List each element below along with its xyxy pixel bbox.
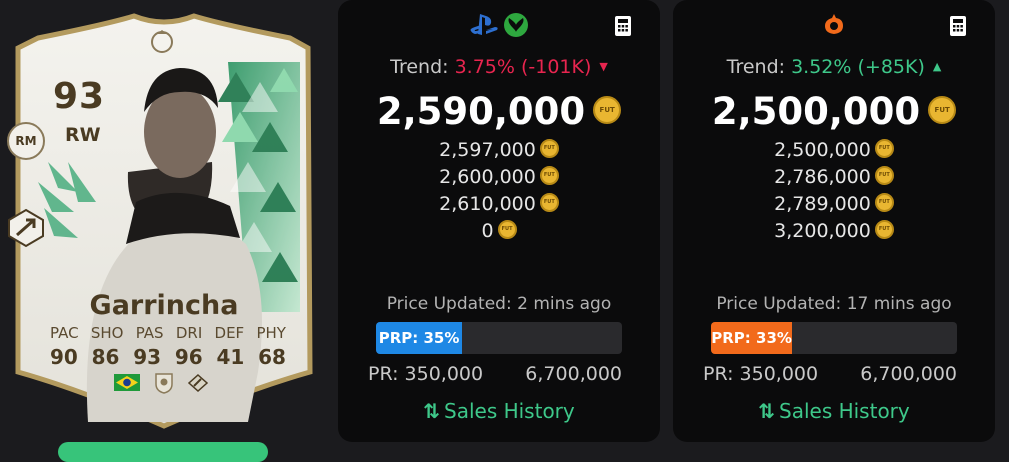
playstation-icon — [470, 14, 498, 35]
coin-icon: FUT — [593, 95, 622, 124]
price-list-item: 2,610,000 FUT — [338, 193, 660, 220]
green-action-button[interactable] — [58, 442, 268, 462]
prp-bar: PRP: 33% — [711, 322, 957, 354]
stat-label: PAC — [50, 324, 79, 342]
stat-values: 90 86 93 96 41 68 — [50, 345, 286, 369]
stat-value: 96 — [174, 345, 203, 369]
lowest-price: 2,500,000 FUT — [673, 90, 995, 133]
trend-label: Trend: — [726, 56, 786, 78]
calculator-icon[interactable] — [949, 15, 967, 37]
coin-icon: FUT — [874, 166, 894, 185]
calculator-icon[interactable] — [614, 15, 632, 37]
stat-label: PHY — [256, 324, 286, 342]
stat-value: 86 — [91, 345, 120, 369]
trend-down-icon: ▼ — [599, 60, 608, 73]
alt-position-badge: RM — [7, 122, 45, 160]
club-badge-icon — [155, 373, 173, 394]
playstyle-plus-icon — [8, 208, 44, 248]
price-range: PR: 350,000 6,700,000 — [703, 363, 957, 385]
platform-icons — [673, 12, 995, 40]
coin-icon: FUT — [928, 95, 957, 124]
stat-label: PAS — [135, 324, 164, 342]
stat-value: 90 — [50, 345, 78, 369]
coin-icon: FUT — [539, 193, 559, 212]
lowest-price-value: 2,500,000 — [711, 90, 921, 133]
price-trend: Trend: 3.52% (+85K) ▲ — [673, 56, 995, 78]
price-updated: Price Updated: 2 mins ago — [386, 294, 612, 314]
platform-icons — [338, 12, 660, 40]
price-list-item: 2,600,000 FUT — [338, 166, 660, 193]
price-range-max: 6,700,000 — [860, 363, 957, 385]
prp-fill: PRP: 35% — [376, 322, 463, 354]
price-list: 2,500,000 FUT 2,786,000 FUT 2,789,000 FUT 3… — [673, 139, 995, 247]
stat-label: SHO — [90, 324, 124, 342]
coin-icon: FUT — [497, 220, 517, 239]
price-list-item: 2,786,000 FUT — [673, 166, 995, 193]
price-list: 2,597,000 FUT 2,600,000 FUT 2,610,000 FUT 0… — [338, 139, 660, 247]
coin-icon: FUT — [874, 139, 894, 158]
pc-price-panel: Trend: 3.52% (+85K) ▲ 2,500,000 FUT 2,500,… — [673, 0, 995, 442]
price-list-item: 2,597,000 FUT — [338, 139, 660, 166]
sales-history-link[interactable]: ⇅ Sales History — [338, 399, 660, 423]
stat-label: DRI — [175, 324, 203, 342]
trend-value: 3.75% (-101K) — [454, 56, 592, 78]
brazil-flag-icon — [114, 374, 140, 391]
coin-icon: FUT — [539, 166, 559, 185]
sort-arrows-icon: ⇅ — [758, 399, 775, 423]
price-list-item: 3,200,000 FUT — [673, 220, 995, 247]
origin-icon — [825, 14, 843, 34]
player-name: Garrincha — [89, 290, 239, 321]
stat-value: 93 — [133, 345, 162, 369]
player-card[interactable]: 93 RW RM Garrincha PAC SHO PAS DRI DEF P… — [7, 12, 320, 432]
price-list-item: 2,500,000 FUT — [673, 139, 995, 166]
stat-labels: PAC SHO PAS DRI DEF PHY — [50, 324, 286, 342]
price-updated: Price Updated: 17 mins ago — [716, 294, 952, 314]
price-range-max: 6,700,000 — [525, 363, 622, 385]
price-list-item: 0 FUT — [338, 220, 660, 247]
stat-value: 41 — [216, 345, 245, 369]
prp-bar: PRP: 35% — [376, 322, 622, 354]
xbox-icon — [504, 13, 528, 37]
price-trend: Trend: 3.75% (-101K) ▼ — [338, 56, 660, 78]
sales-history-label: Sales History — [779, 399, 910, 423]
prp-fill: PRP: 33% — [711, 322, 793, 354]
card-position: RW — [65, 124, 101, 146]
price-range-min: PR: 350,000 — [703, 363, 819, 385]
trend-value: 3.52% (+85K) — [791, 56, 925, 78]
lowest-price: 2,590,000 FUT — [338, 90, 660, 133]
coin-icon: FUT — [874, 193, 894, 212]
price-range: PR: 350,000 6,700,000 — [368, 363, 622, 385]
coin-icon: FUT — [539, 139, 559, 158]
trend-label: Trend: — [390, 56, 449, 78]
card-rating: 93 — [53, 76, 106, 117]
stat-value: 68 — [258, 345, 286, 369]
trend-up-icon: ▲ — [932, 60, 942, 73]
sort-arrows-icon: ⇅ — [423, 399, 440, 423]
lowest-price-value: 2,590,000 — [376, 90, 586, 133]
card-frame — [15, 13, 313, 429]
price-range-min: PR: 350,000 — [368, 363, 484, 385]
price-list-item: 2,789,000 FUT — [673, 193, 995, 220]
sales-history-label: Sales History — [444, 399, 575, 423]
coin-icon: FUT — [874, 220, 894, 239]
sales-history-link[interactable]: ⇅ Sales History — [673, 399, 995, 423]
stat-label: DEF — [214, 324, 245, 342]
player-card-area: 93 RW RM Garrincha PAC SHO PAS DRI DEF P… — [0, 0, 330, 462]
console-price-panel: Trend: 3.75% (-101K) ▼ 2,590,000 FUT 2,597… — [338, 0, 660, 442]
chemistry-style-icon — [188, 374, 208, 392]
